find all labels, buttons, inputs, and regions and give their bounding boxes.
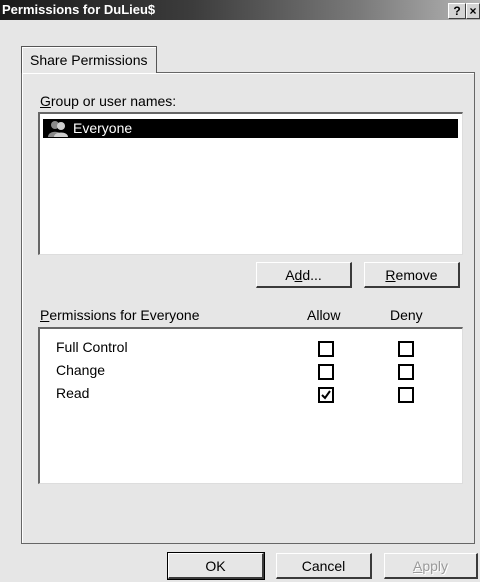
permission-name-change: Change	[56, 362, 106, 378]
remove-button[interactable]: Remove	[364, 262, 460, 288]
group-users-icon	[48, 121, 68, 137]
tab-share-permissions[interactable]: Share Permissions	[21, 46, 157, 73]
deny-checkbox-change[interactable]	[398, 364, 414, 380]
group-names-label-accel: G	[40, 93, 51, 109]
allow-checkbox-full-control[interactable]	[318, 341, 334, 357]
list-item-everyone[interactable]: Everyone	[43, 119, 458, 138]
permissions-label-text: ermissions for Everyone	[49, 307, 200, 323]
apply-button[interactable]: Apply	[384, 553, 478, 579]
apply-button-text: pply	[422, 558, 449, 574]
cancel-button[interactable]: Cancel	[276, 553, 372, 579]
group-names-label: Group or user names:	[40, 93, 176, 109]
remove-button-accel: R	[385, 267, 396, 283]
help-button[interactable]: ?	[448, 3, 466, 19]
add-button[interactable]: Add...	[256, 262, 352, 288]
permissions-label-accel: P	[40, 307, 50, 323]
deny-checkbox-full-control[interactable]	[398, 341, 414, 357]
window-title: Permissions for DuLieu$	[2, 2, 156, 17]
add-button-suffix: d...	[302, 267, 322, 283]
allow-checkbox-read[interactable]	[318, 387, 334, 403]
deny-column-header: Deny	[390, 307, 423, 323]
remove-button-text: emove	[395, 267, 438, 283]
checkmark-icon	[321, 390, 331, 400]
permission-name-full-control: Full Control	[56, 339, 128, 355]
allow-column-header: Allow	[307, 307, 341, 323]
ok-button[interactable]: OK	[167, 552, 265, 580]
permission-name-read: Read	[56, 385, 90, 401]
add-button-prefix: A	[285, 267, 295, 283]
permissions-dialog: Permissions for DuLieu$ ? × Share Permis…	[0, 0, 480, 582]
apply-button-accel: A	[412, 558, 423, 574]
deny-checkbox-read[interactable]	[398, 387, 414, 403]
group-names-label-text: roup or user names:	[50, 93, 177, 109]
user-name-label: Everyone	[73, 120, 133, 136]
user-list[interactable]: Everyone	[38, 112, 463, 255]
close-button[interactable]: ×	[466, 3, 480, 19]
title-bar: Permissions for DuLieu$ ? ×	[0, 0, 480, 20]
allow-checkbox-change[interactable]	[318, 364, 334, 380]
permissions-label: Permissions for Everyone	[40, 307, 200, 323]
